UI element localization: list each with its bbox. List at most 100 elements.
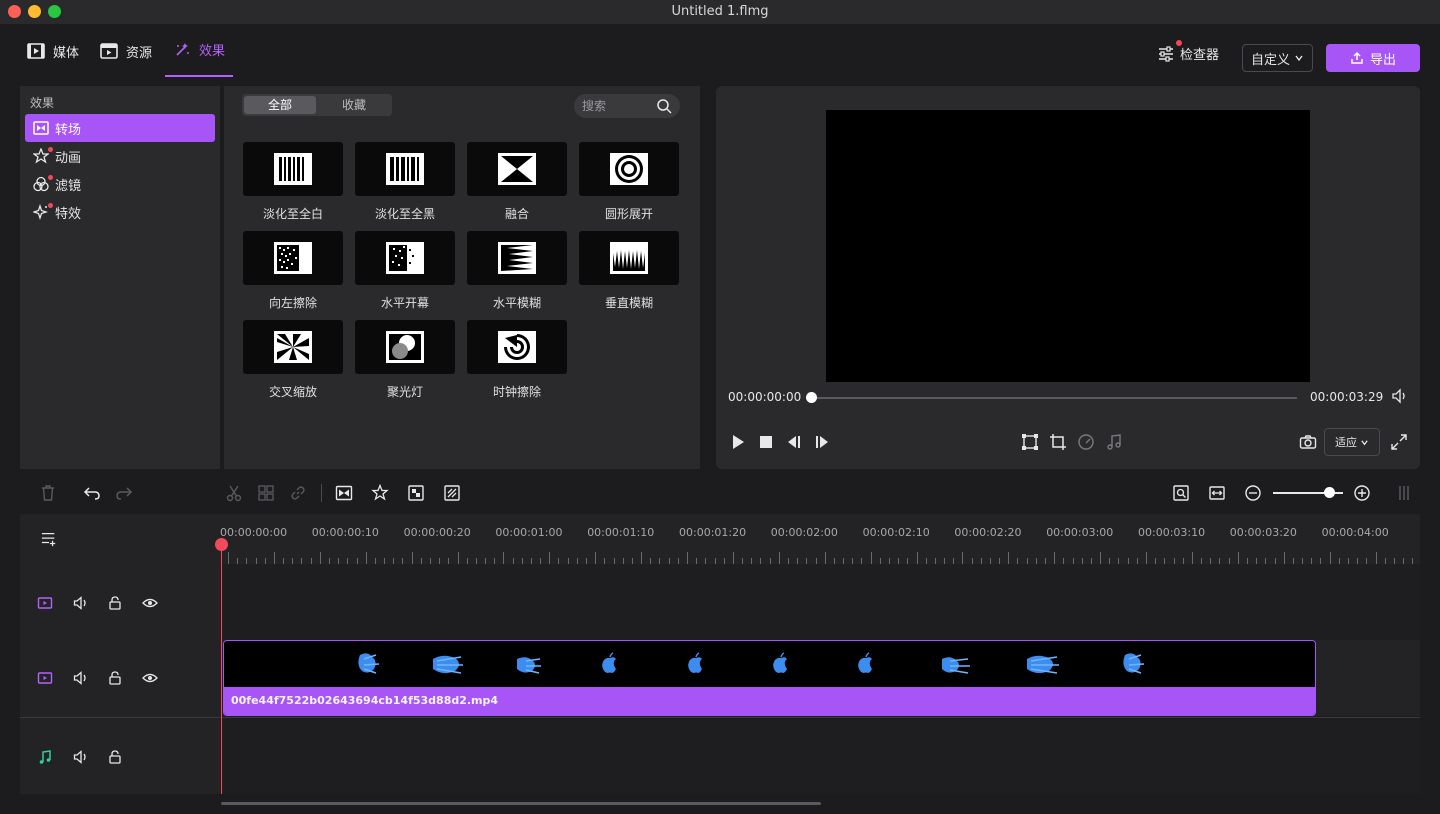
group-button[interactable] [255,482,277,504]
playhead-handle[interactable] [215,538,228,551]
track-mute-button[interactable] [72,594,90,612]
effect-vertical-blur[interactable]: 垂直模糊 [579,231,679,315]
add-mosaic-button[interactable] [405,482,427,504]
effect-cross-zoom[interactable]: 交叉缩放 [243,320,343,404]
effect-horizontal-open[interactable]: 水平开幕 [355,231,455,315]
delete-button[interactable] [37,482,59,504]
effect-horizontal-blur[interactable]: 水平模糊 [467,231,567,315]
stop-icon [760,436,772,448]
effect-fade-to-white[interactable]: 淡化至全白 [243,142,343,226]
sidebar-item-transitions[interactable]: 转场 [25,114,215,142]
effect-spotlight[interactable]: 聚光灯 [355,320,455,404]
search-icon[interactable] [656,98,672,114]
undo-button[interactable] [81,482,103,504]
scrubber-handle[interactable] [806,392,817,403]
redo-icon [116,487,133,500]
effects-search-input[interactable] [582,97,652,115]
video-track-icon [36,594,54,612]
tab-media[interactable]: 媒体 [27,24,79,78]
window-minimize-button[interactable] [28,5,41,18]
redo-button[interactable] [113,482,135,504]
resource-icon [100,43,118,59]
fit-width-button[interactable] [1206,482,1228,504]
add-track-button[interactable] [40,530,58,548]
tab-effects[interactable]: 效果 [165,24,234,77]
effect-fade-to-black[interactable]: 淡化至全黑 [355,142,455,226]
window-zoom-button[interactable] [48,5,61,18]
link-button[interactable] [287,482,309,504]
effect-thumbnail [467,142,567,196]
mask-icon [444,485,460,501]
zoom-out-button[interactable] [1242,482,1264,504]
volume-button[interactable] [1390,386,1410,406]
chevron-down-icon [1295,55,1303,62]
tab-resources[interactable]: 资源 [100,24,152,78]
ruler-label: 00:00:03:20 [1229,526,1297,539]
animation-icon [33,148,49,164]
playback-scrubber[interactable] [811,397,1297,399]
sidebar-item-animation[interactable]: 动画 [25,142,215,170]
export-button[interactable]: 导出 [1326,44,1420,72]
transform-button[interactable] [1020,432,1040,452]
segment-all-button[interactable]: 全部 [244,96,316,114]
add-animation-button[interactable] [369,482,391,504]
eye-icon [142,598,158,608]
expand-icon [1391,434,1407,450]
ruler-tick [1191,552,1193,564]
inspector-button[interactable]: 检查器 [1158,40,1219,63]
sidebar-item-filters[interactable]: 滤镜 [25,170,215,198]
zoom-to-fit-button[interactable] [1170,482,1192,504]
effect-thumbnail [579,231,679,285]
fullscreen-button[interactable] [1389,432,1409,452]
zoom-slider-handle[interactable] [1324,487,1335,498]
audio-button[interactable] [1104,432,1124,452]
effect-thumbnail [467,231,567,285]
segment-favorites-button[interactable]: 收藏 [318,96,390,114]
window-close-button[interactable] [8,5,21,18]
snapshot-button[interactable] [1298,432,1318,452]
effect-circle-open[interactable]: 圆形展开 [579,142,679,226]
track-controls [20,564,220,640]
zoom-in-button[interactable] [1351,482,1373,504]
effect-clock-wipe[interactable]: 时钟擦除 [467,320,567,404]
next-frame-button[interactable] [812,432,832,452]
effect-wipe-left[interactable]: 向左擦除 [243,231,343,315]
sidebar-item-label: 转场 [55,122,82,138]
tab-effects-label: 效果 [199,44,226,59]
ruler-tick [503,552,505,564]
play-button[interactable] [728,432,748,452]
trash-icon [42,485,54,501]
timeline-ruler[interactable]: 00:00:00:00 00:00:00:10 00:00:00:20 00:00:0… [220,514,1420,564]
split-button[interactable] [223,482,245,504]
new-badge-dot [48,203,53,208]
track-visibility-button[interactable] [141,669,159,687]
ruler-label: 00:00:03:10 [1138,526,1206,539]
play-icon [733,435,744,449]
panel-toggle-button[interactable] [1393,482,1415,504]
timeline-playhead[interactable] [221,540,222,794]
preview-screen[interactable] [826,110,1310,382]
track-lock-button[interactable] [106,669,124,687]
previous-frame-button[interactable] [784,432,804,452]
stop-button[interactable] [756,432,776,452]
preset-select[interactable]: 自定义 [1242,44,1313,72]
eye-icon [142,673,158,683]
dither-split-icon [386,242,424,274]
effect-label: 聚光灯 [386,385,423,399]
track-mute-button[interactable] [72,748,90,766]
speed-button[interactable] [1076,432,1096,452]
fit-select[interactable]: 适应 [1324,428,1380,456]
track-lock-button[interactable] [106,594,124,612]
effect-blend[interactable]: 融合 [467,142,567,226]
volume-icon [73,596,86,610]
track-visibility-button[interactable] [141,594,159,612]
add-filter-button[interactable] [441,482,463,504]
track-mute-button[interactable] [72,669,90,687]
crop-button[interactable] [1048,432,1068,452]
video-clip[interactable]: 00fe44f7522b02643694cb14f53d88d2.mp4 [223,640,1316,716]
sidebar-item-special-effects[interactable]: 特效 [25,198,215,226]
add-transition-button[interactable] [333,482,355,504]
timeline-horizontal-scrollbar[interactable] [221,802,821,805]
track-lock-button[interactable] [106,748,124,766]
blue-splash-frame [517,657,541,674]
